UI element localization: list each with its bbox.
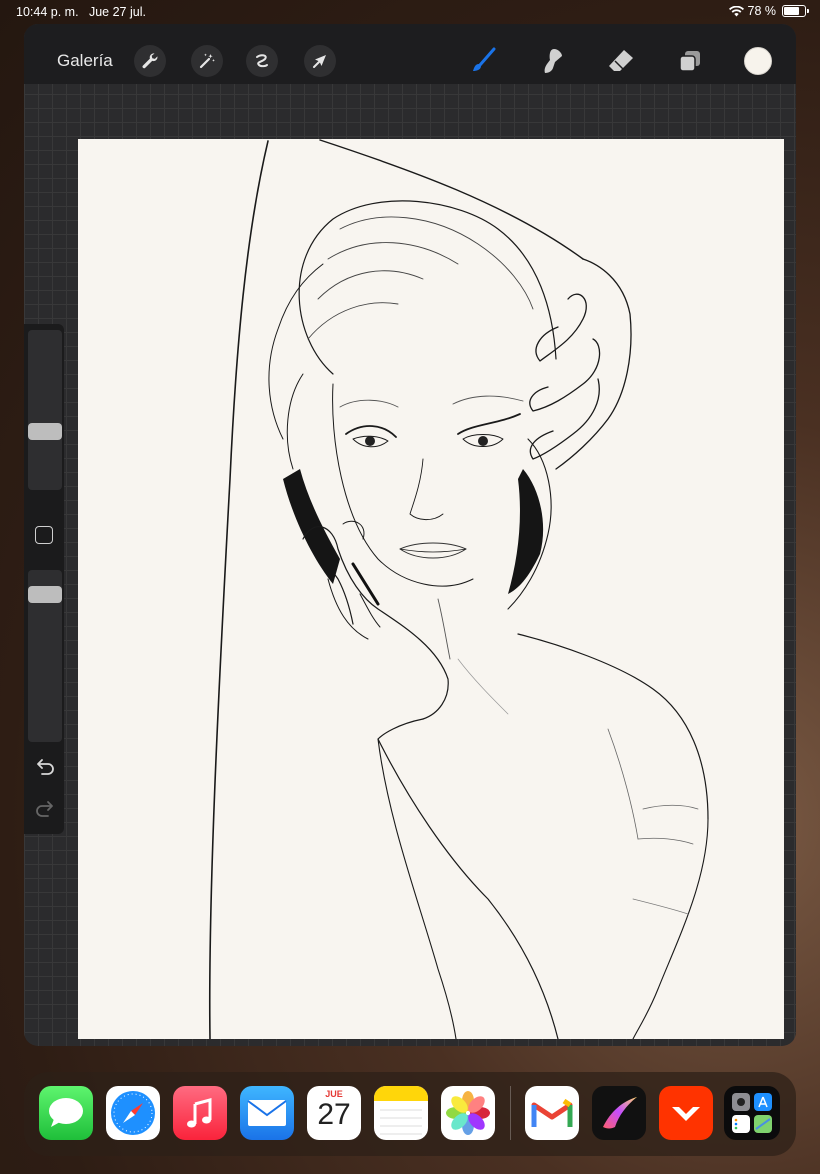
eraser-button[interactable] — [606, 46, 636, 76]
app-library[interactable] — [724, 1086, 780, 1140]
dock: JUE 27 — [24, 1072, 796, 1156]
dock-separator — [510, 1086, 511, 1140]
wifi-icon — [728, 5, 744, 16]
layers-icon — [679, 51, 700, 72]
brush-size-slider[interactable] — [28, 330, 62, 490]
portrait-sketch — [208, 139, 709, 1039]
envelope-icon — [247, 1100, 287, 1126]
opacity-thumb[interactable] — [28, 585, 62, 603]
gmail-m-icon — [531, 1098, 573, 1127]
brush-sidebar — [24, 324, 64, 834]
top-toolbar: Galería — [24, 24, 796, 84]
gmail-app[interactable] — [525, 1086, 579, 1140]
brush-size-thumb[interactable] — [28, 422, 62, 440]
speech-bubble-icon — [49, 1098, 83, 1127]
drawing-canvas[interactable] — [78, 139, 784, 1039]
layers-button[interactable] — [675, 46, 705, 76]
selection-icon — [256, 54, 268, 68]
notes-icon — [374, 1086, 428, 1135]
aliexpress-icon — [672, 1107, 700, 1121]
redo-icon[interactable] — [34, 800, 56, 818]
notes-app[interactable] — [374, 1086, 428, 1140]
status-bar: 10:44 p. m. Jue 27 jul. 78 % — [0, 0, 820, 24]
status-time-date: 10:44 p. m. Jue 27 jul. — [16, 5, 146, 19]
battery-icon — [782, 5, 809, 17]
brush-icon — [473, 47, 496, 71]
safari-app[interactable] — [106, 1086, 160, 1140]
magic-wand-icon — [199, 53, 215, 69]
mail-app[interactable] — [240, 1086, 294, 1140]
smudge-icon — [544, 49, 562, 73]
procreate-app[interactable] — [592, 1086, 646, 1140]
transform-button[interactable] — [304, 45, 336, 77]
aliexpress-app[interactable] — [659, 1086, 713, 1140]
undo-icon[interactable] — [34, 758, 56, 776]
photos-app[interactable] — [441, 1086, 495, 1140]
compass-icon — [111, 1091, 155, 1135]
opacity-slider[interactable] — [28, 570, 62, 742]
wrench-icon — [142, 53, 158, 69]
gallery-button[interactable]: Galería — [57, 51, 113, 71]
procreate-window: Galería — [24, 24, 796, 1046]
smudge-button[interactable] — [537, 46, 567, 76]
eyedropper-square-button[interactable] — [35, 526, 53, 544]
battery-level — [784, 7, 799, 15]
eraser-icon — [609, 50, 633, 71]
app-library-grid-icon — [732, 1093, 772, 1133]
battery-percent: 78 % — [747, 4, 777, 18]
status-right: 78 % — [728, 4, 809, 18]
music-note-icon — [187, 1098, 212, 1128]
procreate-brush-stroke-icon — [603, 1097, 637, 1129]
brush-button[interactable] — [468, 46, 498, 76]
wrench-button[interactable] — [134, 45, 166, 77]
selection-button[interactable] — [246, 45, 278, 77]
photos-flower-icon — [446, 1091, 490, 1135]
adjustments-button[interactable] — [191, 45, 223, 77]
calendar-date-number: 27 — [317, 1098, 351, 1131]
transform-arrow-icon — [313, 55, 326, 68]
messages-app[interactable] — [39, 1086, 93, 1140]
music-app[interactable] — [173, 1086, 227, 1140]
calendar-app[interactable]: JUE 27 — [307, 1086, 361, 1140]
color-picker-button[interactable] — [744, 47, 772, 75]
